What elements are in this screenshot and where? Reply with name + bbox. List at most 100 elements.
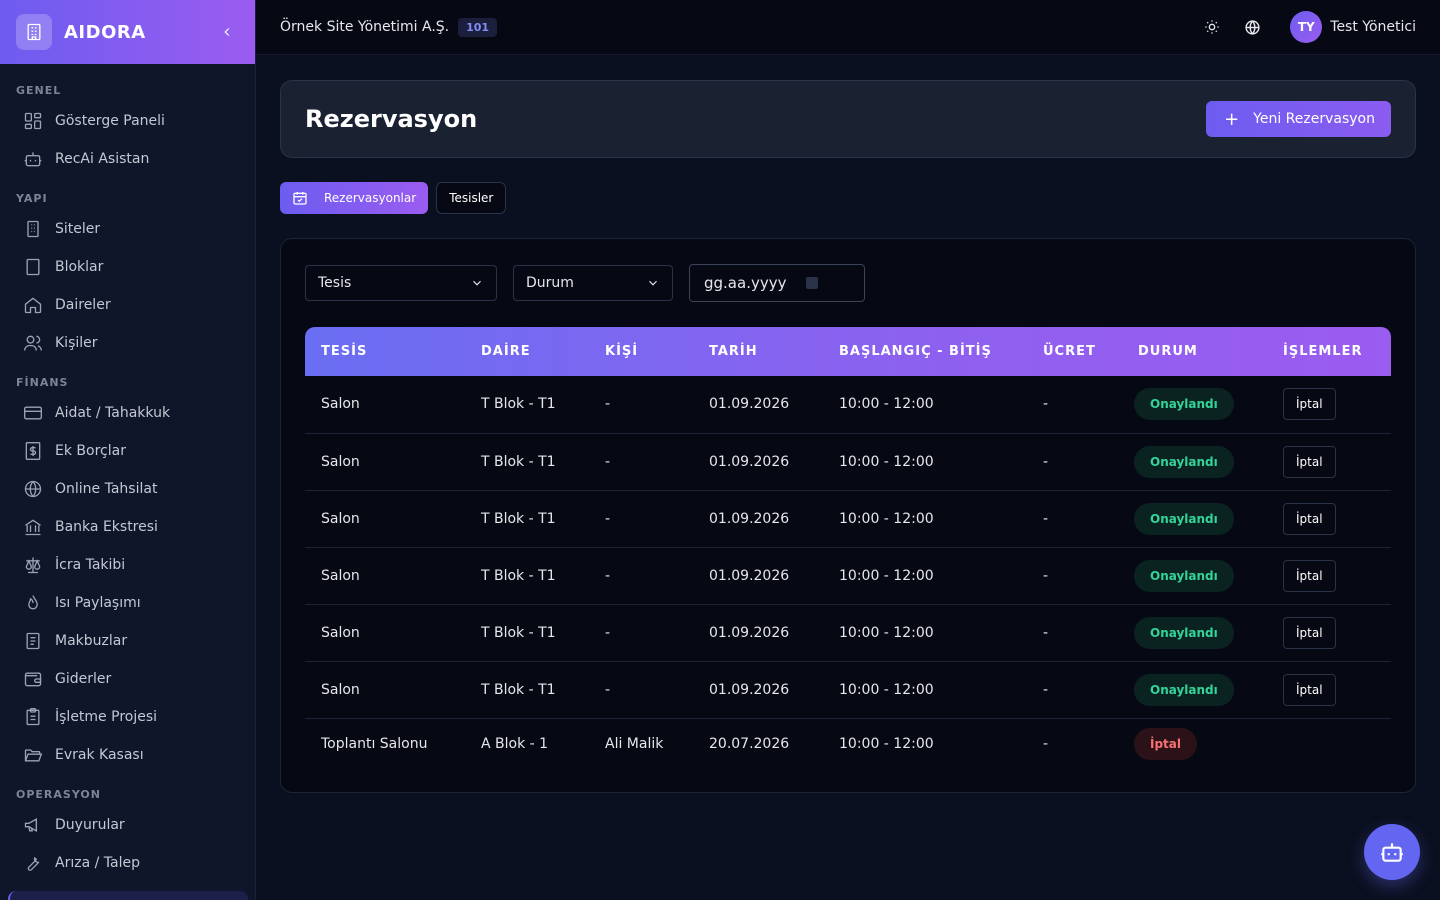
cell-kisi: - xyxy=(605,681,611,698)
date-placeholder: gg.aa.yyyy xyxy=(704,274,787,292)
reservations-card: Tesis Durum gg.aa.yyyy TESİS DAİRE KİŞİ … xyxy=(280,238,1416,793)
nav-section-operasyon: OPERASYON xyxy=(16,788,101,801)
table-row: Salon T Blok - T1 - 01.09.2026 10:00 - 1… xyxy=(305,604,1391,661)
sidebar-item-ariza-talep[interactable]: Arıza / Talep xyxy=(0,844,255,882)
sidebar-item-aidat[interactable]: Aidat / Tahakkuk xyxy=(0,394,255,432)
sidebar-item-ek-borclar[interactable]: Ek Borçlar xyxy=(0,432,255,470)
cancel-reservation-button[interactable]: İptal xyxy=(1283,445,1336,478)
table-row: Salon T Blok - T1 - 01.09.2026 10:00 - 1… xyxy=(305,433,1391,490)
status-badge: Onaylandı xyxy=(1134,388,1234,421)
chevron-down-icon xyxy=(473,280,481,286)
sidebar-item-recai[interactable]: RecAi Asistan xyxy=(0,140,255,178)
cell-islemler: İptal xyxy=(1267,376,1391,433)
cell-kisi: - xyxy=(605,624,611,641)
cell-daire: T Blok - T1 xyxy=(481,681,556,698)
sidebar-item-evrak-kasasi[interactable]: Evrak Kasası xyxy=(0,736,255,774)
cell-durum: Onaylandı xyxy=(1122,490,1267,547)
sidebar-item-label: Kişiler xyxy=(55,335,98,351)
sidebar-item-daireler[interactable]: Daireler xyxy=(0,286,255,324)
sidebar-item-label: Siteler xyxy=(55,221,101,237)
organization-name[interactable]: Örnek Site Yönetimi A.Ş. xyxy=(280,19,449,35)
cell-ucret: - xyxy=(1043,396,1049,413)
wallet-icon xyxy=(24,672,42,687)
cell-tesis: Salon xyxy=(321,624,360,641)
sidebar-item-banka-ekstresi[interactable]: Banka Ekstresi xyxy=(0,508,255,546)
table-row: Salon T Blok - T1 - 01.09.2026 10:00 - 1… xyxy=(305,547,1391,604)
cell-kisi: Ali Malik xyxy=(605,735,664,752)
sidebar-item-duyurular[interactable]: Duyurular xyxy=(0,806,255,844)
sidebar-item-bloklar[interactable]: Bloklar xyxy=(0,248,255,286)
date-filter-input[interactable]: gg.aa.yyyy xyxy=(689,264,865,302)
cancel-reservation-button[interactable]: İptal xyxy=(1283,502,1336,535)
cell-tesis: Salon xyxy=(321,567,360,584)
sidebar-item-label: Isı Paylaşımı xyxy=(55,595,141,611)
user-menu[interactable]: TY Test Yönetici xyxy=(1290,11,1416,43)
cell-saat: 10:00 - 12:00 xyxy=(839,510,934,527)
cell-ucret: - xyxy=(1043,510,1049,527)
sidebar-item-label: Daireler xyxy=(55,297,111,313)
flame-icon xyxy=(28,595,38,610)
new-reservation-button[interactable]: + Yeni Rezervasyon xyxy=(1206,101,1391,137)
cell-tarih: 01.09.2026 xyxy=(709,681,790,698)
bot-icon xyxy=(24,152,42,167)
sidebar-item-isletme-projesi[interactable]: İşletme Projesi xyxy=(0,698,255,736)
cell-tarih: 20.07.2026 xyxy=(709,735,790,752)
cell-saat: 10:00 - 12:00 xyxy=(839,735,934,752)
globe-icon xyxy=(1245,19,1260,35)
sidebar-item-active[interactable] xyxy=(8,891,248,900)
table-row: Salon T Blok - T1 - 01.09.2026 10:00 - 1… xyxy=(305,661,1391,718)
sidebar-item-dashboard[interactable]: Gösterge Paneli xyxy=(0,102,255,140)
cell-tesis: Salon xyxy=(321,510,360,527)
sidebar-item-siteler[interactable]: Siteler xyxy=(0,210,255,248)
cancel-reservation-button[interactable]: İptal xyxy=(1283,616,1336,649)
facility-select[interactable]: Tesis xyxy=(305,265,497,301)
cell-tesis: Salon xyxy=(321,396,360,413)
topbar: Örnek Site Yönetimi A.Ş. 101 TY Test Yön… xyxy=(256,0,1440,55)
sidebar-item-online-tahsilat[interactable]: Online Tahsilat xyxy=(0,470,255,508)
tab-facilities[interactable]: Tesisler xyxy=(436,182,507,214)
status-select[interactable]: Durum xyxy=(513,265,673,301)
cell-saat: 10:00 - 12:00 xyxy=(839,453,934,470)
cell-daire: A Blok - 1 xyxy=(481,735,549,752)
cancel-reservation-button[interactable]: İptal xyxy=(1283,559,1336,592)
cell-kisi: - xyxy=(605,567,611,584)
language-button[interactable] xyxy=(1232,7,1272,47)
credit-card-icon xyxy=(24,406,42,420)
cell-durum: Onaylandı xyxy=(1122,661,1267,718)
theme-toggle-button[interactable] xyxy=(1192,7,1232,47)
calendar-icon[interactable] xyxy=(806,277,818,289)
cell-kisi: - xyxy=(605,510,611,527)
cancel-reservation-button[interactable]: İptal xyxy=(1283,673,1336,706)
cell-tarih: 01.09.2026 xyxy=(709,510,790,527)
tab-label: Rezervasyonlar xyxy=(324,191,417,205)
megaphone-icon xyxy=(24,818,37,832)
nav-section-finans: FİNANS xyxy=(16,376,69,389)
sidebar-item-label: Gösterge Paneli xyxy=(55,113,165,129)
sidebar-item-icra-takibi[interactable]: İcra Takibi xyxy=(0,546,255,584)
filter-bar: Tesis Durum gg.aa.yyyy xyxy=(305,264,865,302)
sidebar-item-isi-paylasimi[interactable]: Isı Paylaşımı xyxy=(0,584,255,622)
cell-islemler: İptal xyxy=(1267,661,1391,718)
cancel-reservation-button[interactable]: İptal xyxy=(1283,388,1336,421)
organization-badge: 101 xyxy=(458,17,498,37)
receipt-icon xyxy=(26,632,40,650)
sidebar-item-makbuzlar[interactable]: Makbuzlar xyxy=(0,622,255,660)
building-logo-icon xyxy=(16,14,52,50)
tab-label: Tesisler xyxy=(449,191,494,205)
assistant-fab-button[interactable] xyxy=(1364,824,1420,880)
cell-durum: Onaylandı xyxy=(1122,604,1267,661)
office-icon xyxy=(26,258,40,276)
cell-tesis: Salon xyxy=(321,453,360,470)
sidebar-item-label: Banka Ekstresi xyxy=(55,519,158,535)
collapse-sidebar-button[interactable] xyxy=(215,20,239,44)
building-icon xyxy=(27,220,39,238)
cell-islemler: İptal xyxy=(1267,547,1391,604)
sidebar-item-kisiler[interactable]: Kişiler xyxy=(0,324,255,362)
cell-durum: İptal xyxy=(1122,718,1267,769)
cell-saat: 10:00 - 12:00 xyxy=(839,681,934,698)
table-row: Salon T Blok - T1 - 01.09.2026 10:00 - 1… xyxy=(305,376,1391,433)
sidebar-item-giderler[interactable]: Giderler xyxy=(0,660,255,698)
sidebar-item-label: Arıza / Talep xyxy=(55,855,140,871)
cell-tesis: Salon xyxy=(321,681,360,698)
tab-reservations[interactable]: Rezervasyonlar xyxy=(280,182,429,214)
